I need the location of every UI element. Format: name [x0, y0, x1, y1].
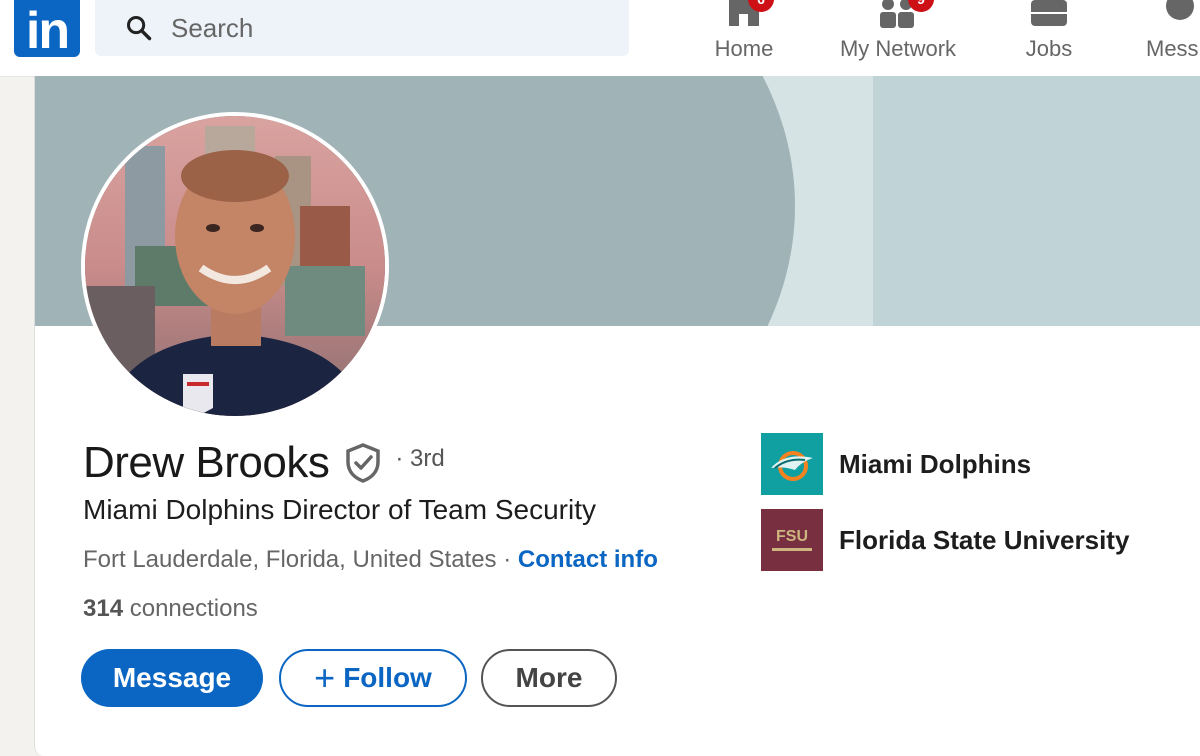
- message-button-label: Message: [112, 662, 232, 693]
- nav-jobs[interactable]: Jobs: [1010, 0, 1088, 76]
- follow-button-label: Follow: [343, 662, 432, 693]
- profile-headline: Miami Dolphins Director of Team Security: [83, 494, 596, 525]
- profile-card: Drew Brooks · 3rd Miami Dolphins Directo…: [34, 76, 1200, 756]
- nav-jobs-label: Jobs: [1025, 36, 1073, 61]
- org-name: Miami Dolphins: [839, 448, 1032, 479]
- briefcase-icon: [1031, 0, 1067, 26]
- more-button-label: More: [515, 662, 583, 693]
- contact-info-link[interactable]: Contact info: [518, 546, 658, 573]
- plus-icon: +: [314, 657, 336, 698]
- fsu-logo-text: FSU: [776, 528, 808, 545]
- profile-name: Drew Brooks: [83, 438, 330, 487]
- nav-home[interactable]: 6 Home: [700, 0, 788, 76]
- profile-photo-image: [85, 116, 385, 416]
- search-icon: [126, 15, 152, 41]
- verified-shield-icon[interactable]: [343, 442, 383, 484]
- org-florida-state-university[interactable]: FSU Florida State University: [761, 509, 1129, 571]
- name-row: Drew Brooks · 3rd: [83, 438, 445, 488]
- more-button[interactable]: More: [481, 649, 617, 707]
- search-bar[interactable]: [95, 0, 629, 56]
- message-icon: [1166, 0, 1194, 20]
- follow-button[interactable]: + Follow: [279, 649, 467, 707]
- connections-row[interactable]: 314 connections: [83, 595, 258, 623]
- connections-label: connections: [129, 595, 258, 622]
- nav-my-network-label: My Network: [839, 36, 957, 61]
- top-nav-bar: in 6 Home 9 My Network Jobs: [0, 0, 1200, 77]
- linkedin-logo-icon[interactable]: in: [14, 0, 80, 60]
- nav-home-label: Home: [714, 36, 774, 61]
- profile-location-row: Fort Lauderdale, Florida, United States …: [83, 546, 658, 574]
- connections-count: 314: [83, 595, 124, 622]
- profile-location: Fort Lauderdale, Florida, United States: [83, 546, 497, 573]
- connection-degree: · 3rd: [395, 445, 445, 472]
- nav-messaging-label: Mess: [1146, 36, 1199, 61]
- nav-my-network[interactable]: 9 My Network: [828, 0, 968, 76]
- dolphins-logo-icon: [761, 433, 823, 495]
- message-button[interactable]: Message: [81, 649, 263, 707]
- search-input[interactable]: [169, 11, 573, 45]
- separator: ·: [496, 546, 518, 573]
- org-name: Florida State University: [839, 524, 1130, 555]
- fsu-logo-icon: FSU: [761, 509, 823, 571]
- nav-messaging[interactable]: Mess: [1140, 0, 1200, 76]
- org-miami-dolphins[interactable]: Miami Dolphins: [761, 433, 1031, 495]
- profile-photo[interactable]: [81, 112, 389, 420]
